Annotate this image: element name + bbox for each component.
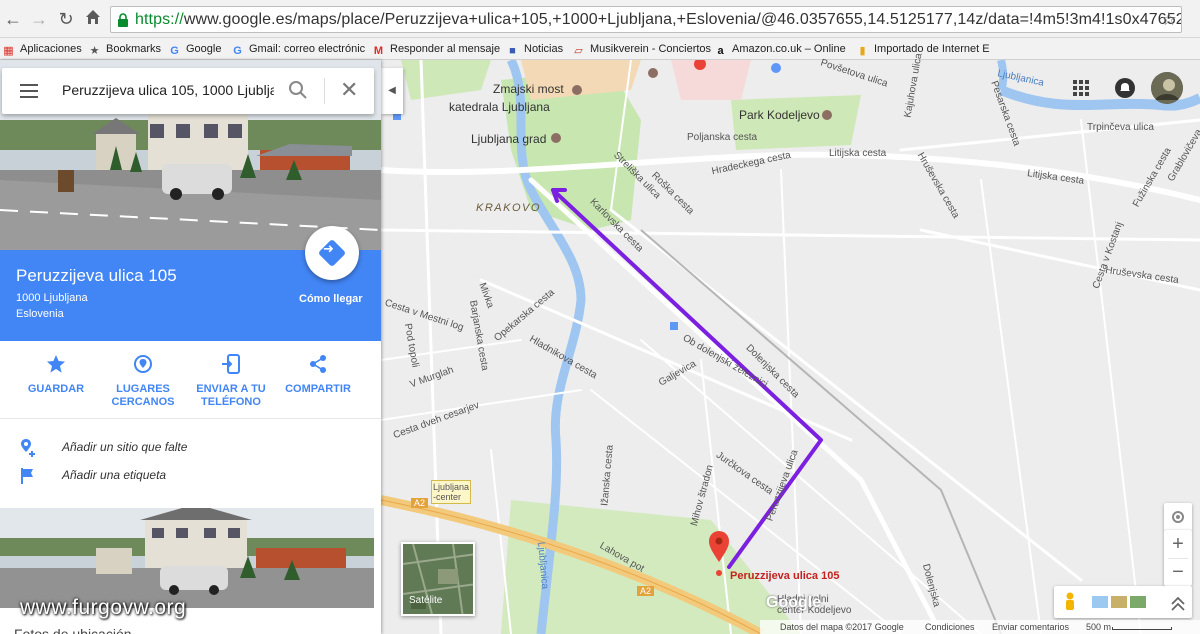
notifications-icon[interactable] <box>1115 78 1135 103</box>
directions-button[interactable]: ➜ <box>305 226 359 280</box>
zoom-control: + − <box>1164 530 1192 586</box>
back-icon[interactable]: ← <box>2 8 24 30</box>
watermark: www.furgovw.org <box>20 596 187 619</box>
save-button[interactable]: GUARDAR <box>11 353 101 396</box>
map-label: KRAKOVO <box>476 202 541 214</box>
nearby-button[interactable]: LUGARES CERCANOS <box>98 353 188 409</box>
gmail-icon: M <box>373 45 384 57</box>
map-label: Litijska cesta <box>829 148 887 159</box>
add-label-row[interactable]: Añadir una etiqueta <box>0 462 381 490</box>
screen: ← → ↻ https://www.google.es/maps/place/P… <box>0 0 1200 634</box>
flag-icon <box>21 468 33 484</box>
map-label: Ljubljana grad <box>471 132 547 146</box>
amazon-icon: a <box>717 45 724 57</box>
send-to-phone-button[interactable]: ENVIAR A TU TELÉFONO <box>186 353 276 409</box>
map-label: Park Kodeljevo <box>739 108 820 122</box>
add-label-label: Añadir una etiqueta <box>62 468 167 482</box>
url-field[interactable]: https://www.google.es/maps/place/Peruzzi… <box>110 6 1182 33</box>
pegman-icon <box>1066 592 1074 610</box>
bookmark-responder[interactable]: M Responder al mensaje <box>372 41 500 57</box>
directions-label[interactable]: Cómo llegar <box>299 293 363 305</box>
bookmark-gmail[interactable]: G Gmail: correo electrónic <box>231 41 365 57</box>
folder-icon: ▮ <box>859 45 866 57</box>
google-g-icon: G <box>170 45 179 57</box>
bookmark-google[interactable]: G Google <box>168 41 221 57</box>
place-title: Peruzzijeva ulica 105 <box>16 266 177 285</box>
collapse-panel-button[interactable]: ◀ <box>381 68 403 114</box>
my-location-icon[interactable] <box>1164 503 1192 531</box>
share-icon <box>310 355 326 373</box>
pegman-layer-bar[interactable] <box>1054 586 1192 618</box>
browser-address-bar: ← → ↻ https://www.google.es/maps/place/P… <box>0 0 1200 38</box>
map-label: Poljanska cesta <box>687 132 758 143</box>
reload-icon[interactable]: ↻ <box>55 8 77 30</box>
poi-marker <box>822 110 832 120</box>
forward-icon[interactable]: → <box>28 8 50 30</box>
share-button[interactable]: COMPARTIR <box>273 353 363 396</box>
zoom-out-button[interactable]: − <box>1164 559 1192 586</box>
apps-grid-icon: ▦ <box>3 45 14 57</box>
place-address-country: Eslovenia <box>16 308 64 320</box>
bookmark-bookmarks[interactable]: ★ Bookmarks <box>88 41 161 57</box>
scale-text[interactable]: 500 m <box>1086 622 1111 632</box>
divider <box>324 78 325 104</box>
add-place-icon <box>21 439 35 457</box>
map-data-text: Datos del mapa ©2017 Google <box>780 622 904 632</box>
bookmark-apps[interactable]: ▦ Aplicaciones <box>2 41 81 57</box>
place-header: Peruzzijeva ulica 105 1000 Ljubljana Esl… <box>0 226 381 341</box>
feedback-link[interactable]: Enviar comentarios <box>992 622 1069 632</box>
map-label: Ljubljana -center <box>431 480 471 504</box>
bookmark-star-icon[interactable]: ☆ <box>1161 9 1177 30</box>
bookmarks-bar: ▦ Aplicaciones ★ Bookmarks G Google G Gmail:… <box>0 38 1200 60</box>
action-bar: GUARDAR LUGARES CERCANOS ENVIAR A TU TELÉF… <box>0 341 381 419</box>
search-icon[interactable] <box>288 80 308 100</box>
map-label: katedrala Ljubljana <box>449 100 550 114</box>
hospital-area <box>671 60 751 100</box>
poi-marker <box>572 85 582 95</box>
google-logo: Google <box>766 594 822 611</box>
map-footer: Datos del mapa ©2017 Google Condiciones … <box>760 620 1200 634</box>
zoom-in-button[interactable]: + <box>1164 530 1192 558</box>
news-icon: ■ <box>509 45 516 57</box>
home-icon[interactable] <box>82 8 104 30</box>
map-label: Zmajski most <box>493 82 564 96</box>
pin-label[interactable]: Peruzzijeva ulica 105 <box>730 570 839 582</box>
poi-marker <box>551 133 561 143</box>
menu-icon[interactable] <box>20 84 38 98</box>
page-icon: ▱ <box>574 45 583 57</box>
scale-bar <box>1112 627 1172 630</box>
photos-section-heading: Fotos de ubicación <box>14 626 132 634</box>
avatar[interactable] <box>1151 72 1183 104</box>
map-canvas[interactable]: Zmajski most katedrala Ljubljana Ljublja… <box>381 53 1200 634</box>
send-to-phone-icon <box>222 354 240 374</box>
poi-marker <box>771 63 781 73</box>
add-missing-place-label: Añadir un sitio que falte <box>62 440 188 454</box>
star-icon <box>47 355 65 373</box>
bookmark-noticias[interactable]: ■ Noticias <box>506 41 563 57</box>
star-icon: ★ <box>89 45 100 57</box>
terms-link[interactable]: Condiciones <box>925 622 975 632</box>
place-address-city: 1000 Ljubljana <box>16 292 88 304</box>
place-photo-thumbnail[interactable] <box>0 508 374 608</box>
search-box: Peruzzijeva ulica 105, 1000 Ljubljana ✕ <box>2 68 374 114</box>
satellite-label: Satélite <box>409 595 443 606</box>
url-text: https://www.google.es/maps/place/Peruzzi… <box>135 11 1182 28</box>
place-panel: Peruzzijeva ulica 105, 1000 Ljubljana ✕ … <box>0 60 381 634</box>
highway-shield: A2 <box>411 498 429 508</box>
bookmark-musikverein[interactable]: ▱ Musikverein - Conciertos <box>572 41 711 57</box>
map-label: Trpinčeva ulica <box>1087 122 1154 133</box>
highway-shield: A2 <box>637 586 655 596</box>
transit-marker <box>670 322 678 330</box>
poi-marker <box>648 68 658 78</box>
apps-grid-icon[interactable] <box>1073 80 1089 101</box>
satellite-toggle[interactable]: Satélite <box>401 542 475 616</box>
add-missing-place-row[interactable]: Añadir un sitio que falte <box>0 434 381 462</box>
nearby-place-icon <box>134 355 152 373</box>
map-background <box>381 60 1200 634</box>
bookmark-amazon[interactable]: a Amazon.co.uk – Online <box>714 41 845 57</box>
google-g-icon: G <box>233 45 242 57</box>
lock-icon <box>118 13 128 27</box>
close-icon[interactable]: ✕ <box>340 78 358 102</box>
search-input[interactable]: Peruzzijeva ulica 105, 1000 Ljubljana <box>62 82 274 98</box>
